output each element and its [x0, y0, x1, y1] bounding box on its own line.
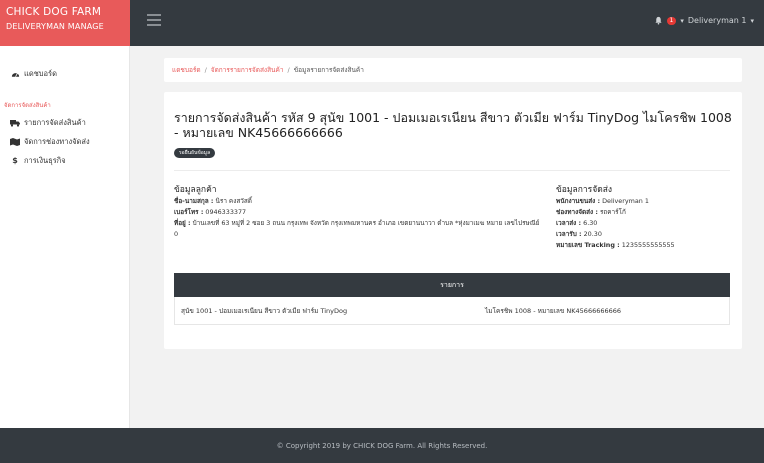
- table-row: สุนัข 1001 - ปอมเมอเรเนียน สีขาว ตัวเมีย…: [174, 297, 730, 325]
- customer-phone-label: เบอร์โทร :: [174, 208, 204, 216]
- notification-badge: 1: [666, 16, 677, 25]
- sidebar-item-deliveries[interactable]: รายการจัดส่งสินค้า: [0, 113, 90, 132]
- send-time-label: เวลาส่ง :: [556, 219, 582, 227]
- bell-icon[interactable]: [654, 16, 663, 25]
- shipping-section-title: ข้อมูลการจัดส่ง: [556, 185, 613, 195]
- sidebar-item-channels[interactable]: จัดการช่องทางจัดส่ง: [0, 132, 90, 151]
- sidebar-item-dashboard[interactable]: แดชบอร์ด: [0, 68, 57, 80]
- table-cell-dog: สุนัข 1001 - ปอมเมอเรเนียน สีขาว ตัวเมีย…: [181, 307, 348, 315]
- receive-time-label: เวลารับ :: [556, 230, 582, 238]
- copyright-text: © Copyright 2019 by CHICK DOG Farm. All …: [276, 441, 488, 450]
- delivery-detail-card: รายการจัดส่งสินค้า รหัส 9 สุนัข 1001 - ป…: [164, 92, 742, 349]
- customer-name: นิรา คงสวัสดิ์: [215, 197, 252, 205]
- customer-address: บ้านเลขที่ 63 หมู่ที่ 2 ซอย 3 ถนน กรุงเท…: [174, 219, 540, 238]
- sidebar-item-finance[interactable]: $ การเงินธุรกิจ: [0, 151, 90, 170]
- sidebar-list: รายการจัดส่งสินค้า จัดการช่องทางจัดส่ง $…: [0, 113, 90, 170]
- footer: © Copyright 2019 by CHICK DOG Farm. All …: [0, 428, 764, 463]
- shipping-staff: Deliveryman 1: [602, 197, 649, 205]
- customer-section-title: ข้อมูลลูกค้า: [174, 185, 217, 195]
- customer-address-label: ที่อยู่ :: [174, 219, 191, 227]
- breadcrumb: แดชบอร์ด / จัดการรายการจัดส่งสินค้า / ข้…: [164, 58, 742, 82]
- shipping-staff-label: พนักงานขนส่ง :: [556, 197, 601, 205]
- caret-down-icon[interactable]: ▾: [680, 17, 684, 25]
- sidebar-item-label: แดชบอร์ด: [24, 69, 57, 78]
- items-table-header: รายการ: [174, 273, 730, 297]
- tracking-label: หมายเลข Tracking :: [556, 241, 620, 249]
- user-area: 1 ▾ Deliveryman 1 ▾: [654, 16, 754, 25]
- breadcrumb-separator: /: [204, 66, 207, 74]
- truck-icon: [10, 119, 20, 127]
- breadcrumb-separator: /: [287, 66, 290, 74]
- breadcrumb-delivery-list[interactable]: จัดการรายการจัดส่งสินค้า: [211, 65, 284, 75]
- shipping-channel: รถคาร์โก้: [599, 208, 626, 216]
- brand-subtitle: DELIVERYMAN MANAGE: [6, 22, 104, 31]
- brand-logo[interactable]: CHICK DOG FARM DELIVERYMAN MANAGE: [0, 0, 130, 46]
- hamburger-icon[interactable]: [147, 14, 161, 26]
- page-title: รายการจัดส่งสินค้า รหัส 9 สุนัข 1001 - ป…: [174, 110, 732, 140]
- breadcrumb-dashboard[interactable]: แดชบอร์ด: [172, 65, 201, 75]
- user-caret-down-icon[interactable]: ▾: [750, 17, 754, 25]
- status-badge: รอยืนยันข้อมูล: [174, 148, 216, 158]
- map-icon: [10, 137, 20, 146]
- sidebar-item-label: จัดการช่องทางจัดส่ง: [24, 136, 90, 146]
- sidebar: แดชบอร์ด จัดการจัดส่งสินค้า รายการจัดส่ง…: [0, 46, 130, 428]
- divider: [174, 170, 730, 171]
- tracking-number: 1235555555555: [621, 241, 675, 249]
- sidebar-item-label: รายการจัดส่งสินค้า: [24, 117, 86, 127]
- shipping-channel-label: ช่องทางจัดส่ง :: [556, 208, 598, 216]
- shipping-info: พนักงานขนส่ง : Deliveryman 1 ช่องทางจัดส…: [556, 196, 736, 251]
- dollar-icon: $: [12, 155, 18, 165]
- user-menu[interactable]: Deliveryman 1: [688, 16, 747, 25]
- brand-title: CHICK DOG FARM: [6, 6, 102, 18]
- table-cell-microchip: ไมโครชิพ 1008 - หมายเลข NK45666666666: [485, 307, 622, 315]
- send-time: 6.30: [583, 219, 598, 227]
- receive-time: 20.30: [583, 230, 602, 238]
- breadcrumb-current: ข้อมูลรายการจัดส่งสินค้า: [293, 66, 364, 74]
- top-navbar: CHICK DOG FARM DELIVERYMAN MANAGE 1 ▾ De…: [0, 0, 764, 46]
- sidebar-item-label: การเงินธุรกิจ: [24, 155, 66, 165]
- sidebar-section-title: จัดการจัดส่งสินค้า: [4, 102, 51, 109]
- customer-phone: 0946333377: [205, 208, 247, 216]
- customer-name-label: ชื่อ-นามสกุล :: [174, 197, 214, 205]
- tachometer-icon: [10, 70, 20, 78]
- customer-info: ชื่อ-นามสกุล : นิรา คงสวัสดิ์ เบอร์โทร :…: [174, 196, 544, 240]
